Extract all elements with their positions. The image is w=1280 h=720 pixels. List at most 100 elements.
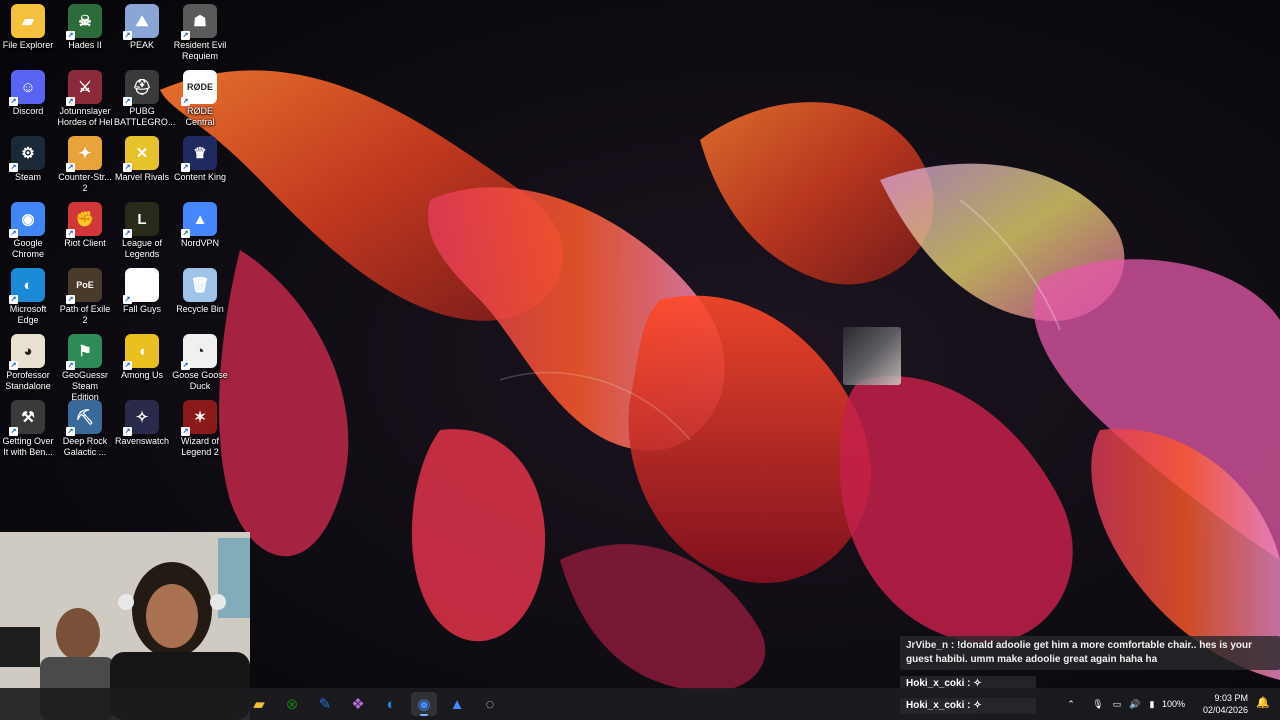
microphone-icon[interactable]: 🎙 [1088, 699, 1108, 710]
shortcut-arrow-icon: ↗ [181, 97, 190, 106]
desktop-icon[interactable]: ◕ ↗ Porofessor Standalone [0, 334, 56, 392]
desktop-icon[interactable]: ♛ ↗ Content King [172, 136, 228, 183]
desktop-icon[interactable]: ✦ ↗ Counter-Str... 2 [57, 136, 113, 194]
shortcut-arrow-icon: ↗ [9, 295, 18, 304]
obs-taskbar[interactable]: ◌ [477, 692, 503, 716]
shortcut-arrow-icon: ↗ [123, 31, 132, 40]
desktop-icon-label: Goose Goose Duck [172, 370, 228, 391]
shortcut-arrow-icon: ↗ [181, 163, 190, 172]
steam-icon: ⚙ ↗ [9, 136, 45, 172]
marvel-rivals-icon: ✕ ↗ [123, 136, 159, 172]
desktop-icon-label: RØDE Central [185, 106, 215, 127]
desktop-icon-label: Resident Evil Requiem [173, 40, 227, 61]
chrome-taskbar[interactable]: ◉ [411, 692, 437, 716]
pen-icon: ✎ [318, 696, 332, 713]
desktop-icon[interactable]: 🗑 Recycle Bin [172, 268, 228, 315]
clock[interactable]: 9:03 PM 02/04/2026 [1203, 692, 1248, 716]
riot-icon: ✊ ↗ [66, 202, 102, 238]
peak-icon: ⛰ ↗ [123, 4, 159, 40]
nordvpn-taskbar[interactable]: ▲ [444, 692, 470, 716]
shortcut-arrow-icon: ↗ [9, 97, 18, 106]
desktop-icon[interactable]: ☠ ↗ Hades II [57, 4, 113, 51]
desktop-icon[interactable]: ⛑ ↗ PUBG BATTLEGRO... [114, 70, 176, 128]
desktop-icon-label: Content King [173, 172, 227, 182]
desktop-icon[interactable]: ⚒ ↗ Getting Over It with Ben... [0, 400, 56, 458]
desktop-icon-label: Ravenswatch [114, 436, 170, 446]
path-of-exile-icon: PoE ↗ [66, 268, 102, 304]
desktop-icon-label: Google Chrome [11, 238, 44, 259]
edge-taskbar[interactable]: ◐ [378, 692, 404, 716]
desktop-icon-label: Discord [12, 106, 44, 116]
desktop-icon[interactable]: ▲ ↗ NordVPN [172, 202, 228, 249]
shortcut-arrow-icon: ↗ [181, 427, 190, 436]
chat-username: Hoki_x_coki [906, 700, 965, 711]
desktop-icon[interactable]: ◖ ↗ Among Us [114, 334, 170, 381]
desktop-icon[interactable]: ✶ ↗ Wizard of Legend 2 [172, 400, 228, 458]
among-us-icon: ◖ ↗ [123, 334, 159, 370]
desktop-icon[interactable]: ✊ ↗ Riot Client [57, 202, 113, 249]
stream-chat-overlay: JrVibe_n : !donald adoolie get him a mor… [900, 636, 1280, 672]
desktop-icon-label: Steam [14, 172, 41, 182]
desktop-icon[interactable]: RØDE ↗ RØDE Central [172, 70, 228, 128]
desktop-icon[interactable]: ✧ ↗ Ravenswatch [114, 400, 170, 447]
shortcut-arrow-icon: ↗ [66, 229, 75, 238]
desktop-icon[interactable]: ⚙ ↗ Steam [0, 136, 56, 183]
desktop-icon-label: GeoGuessr Steam Edition [61, 370, 109, 402]
chrome-icon: ◉ ↗ [9, 202, 45, 238]
desktop-icon[interactable]: ⚔ ↗ Jotunnslayer Hordes of Hel [57, 70, 113, 128]
notification-bell-icon[interactable]: 🔔 [1256, 696, 1270, 709]
desktop-icon[interactable]: ◉ ↗ Google Chrome [0, 202, 56, 260]
shortcut-arrow-icon: ↗ [123, 361, 132, 370]
chevron-up-icon[interactable]: ⌃ [1064, 699, 1078, 710]
recycle-bin-icon: 🗑 [183, 268, 217, 302]
desktop-icon[interactable]: ⛰ ↗ PEAK [114, 4, 170, 51]
chat-message: Hoki_x_coki : ✧ [900, 698, 1036, 714]
edge-icon: ◐ [386, 695, 396, 713]
desktop-icon[interactable]: ◐ ↗ Microsoft Edge [0, 268, 56, 326]
floating-photo-thumbnail [843, 327, 901, 385]
desktop-icon[interactable]: PoE ↗ Path of Exile 2 [57, 268, 113, 326]
pubg-icon: ⛑ ↗ [123, 70, 159, 106]
volume-icon[interactable]: 🔊 [1126, 699, 1144, 710]
desktop-icon-label: PEAK [129, 40, 154, 50]
desktop-icon-label: Getting Over It with Ben... [2, 436, 54, 457]
chat-message: JrVibe_n : !donald adoolie get him a mor… [900, 636, 1280, 670]
shortcut-arrow-icon: ↗ [66, 295, 75, 304]
rode-icon: RØDE ↗ [181, 70, 217, 106]
desktop-icon-label: NordVPN [180, 238, 219, 248]
desktop-icon-label: PUBG BATTLEGRO... [114, 106, 176, 127]
file-explorer-taskbar[interactable]: ▰ [246, 692, 272, 716]
shortcut-arrow-icon: ↗ [66, 427, 75, 436]
shortcut-arrow-icon: ↗ [123, 427, 132, 436]
desktop-icon-label: Fall Guys [122, 304, 161, 314]
system-tray: ⌃ 🎙 ▭ 🔊 ▮ 100% [1064, 688, 1185, 720]
battery-icon[interactable]: ▮ [1144, 699, 1160, 710]
discord-icon: ☺ ↗ [9, 70, 45, 106]
desktop-icon[interactable]: ⛏ ↗ Deep Rock Galactic ... [57, 400, 113, 458]
editor-taskbar[interactable]: ✎ [312, 692, 338, 716]
xbox-taskbar[interactable]: ⊗ [279, 692, 305, 716]
desktop-icon[interactable]: L ↗ League of Legends [114, 202, 170, 260]
chat-separator: : [948, 640, 957, 651]
desktop-icon[interactable]: ◔ ↗ Goose Goose Duck [172, 334, 228, 392]
desktop-icon[interactable]: ✕ ↗ Marvel Rivals [114, 136, 170, 183]
desktop-icon[interactable]: ☺ ↗ Discord [0, 70, 56, 117]
desktop-icon-label: Jotunnslayer Hordes of Hel [57, 106, 113, 127]
desktop-icon-label: Hades II [68, 40, 102, 50]
copilot-taskbar[interactable]: ❖ [345, 692, 371, 716]
desktop-icon-label: Recycle Bin [176, 304, 224, 314]
desktop-icon-grid: ▰ File Explorer ☠ ↗ Hades II ⛰ ↗ PEAK ☗ ↗ Resident… [0, 0, 240, 530]
getting-over-it-icon: ⚒ ↗ [9, 400, 45, 436]
desktop-icon[interactable]: ☗ ↗ Resident Evil Requiem [172, 4, 228, 62]
clock-date: 02/04/2026 [1202, 705, 1248, 715]
desktop-icon[interactable]: ⚑ ↗ GeoGuessr Steam Edition [57, 334, 113, 403]
resident-evil-icon: ☗ ↗ [181, 4, 217, 40]
desktop-icon-label: Deep Rock Galactic ... [62, 436, 108, 457]
desktop-icon[interactable]: ▰ File Explorer [0, 4, 56, 51]
network-icon[interactable]: ▭ [1108, 699, 1126, 710]
shortcut-arrow-icon: ↗ [9, 229, 18, 238]
desktop-icon[interactable]: ↗ Fall Guys [114, 268, 170, 315]
deep-rock-icon: ⛏ ↗ [66, 400, 102, 436]
goose-icon: ◔ ↗ [181, 334, 217, 370]
chat-text: !donald adoolie get him a more comfortab… [906, 640, 1253, 665]
